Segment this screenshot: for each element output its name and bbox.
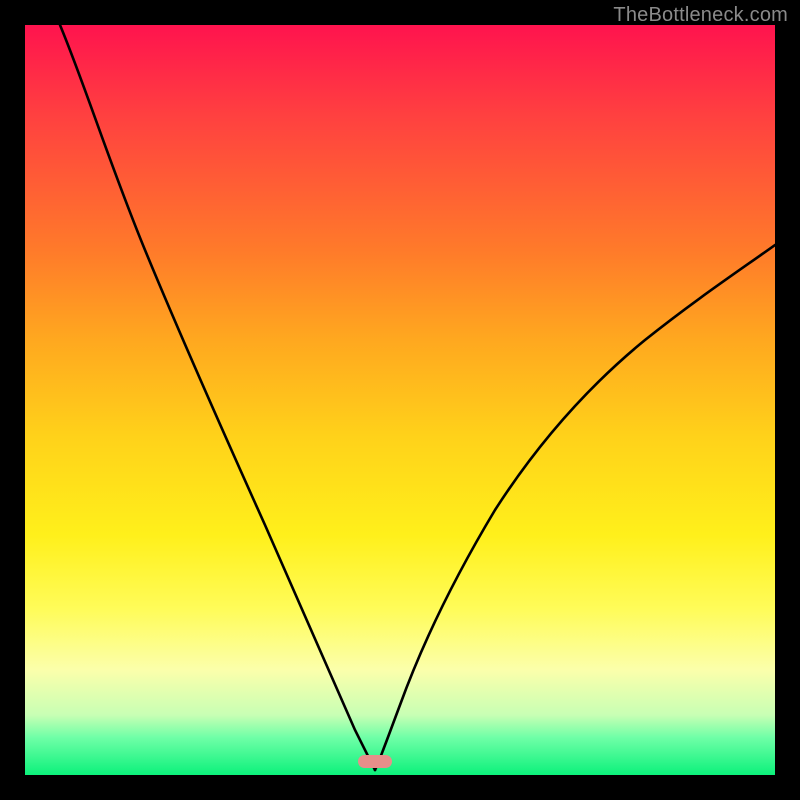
plot-area bbox=[25, 25, 775, 775]
min-marker bbox=[358, 755, 392, 768]
curve-right-branch bbox=[375, 245, 775, 770]
watermark-text: TheBottleneck.com bbox=[613, 4, 788, 27]
chart-frame: TheBottleneck.com bbox=[0, 0, 800, 800]
curve-left-branch bbox=[60, 25, 375, 770]
bottleneck-curve bbox=[25, 25, 775, 775]
